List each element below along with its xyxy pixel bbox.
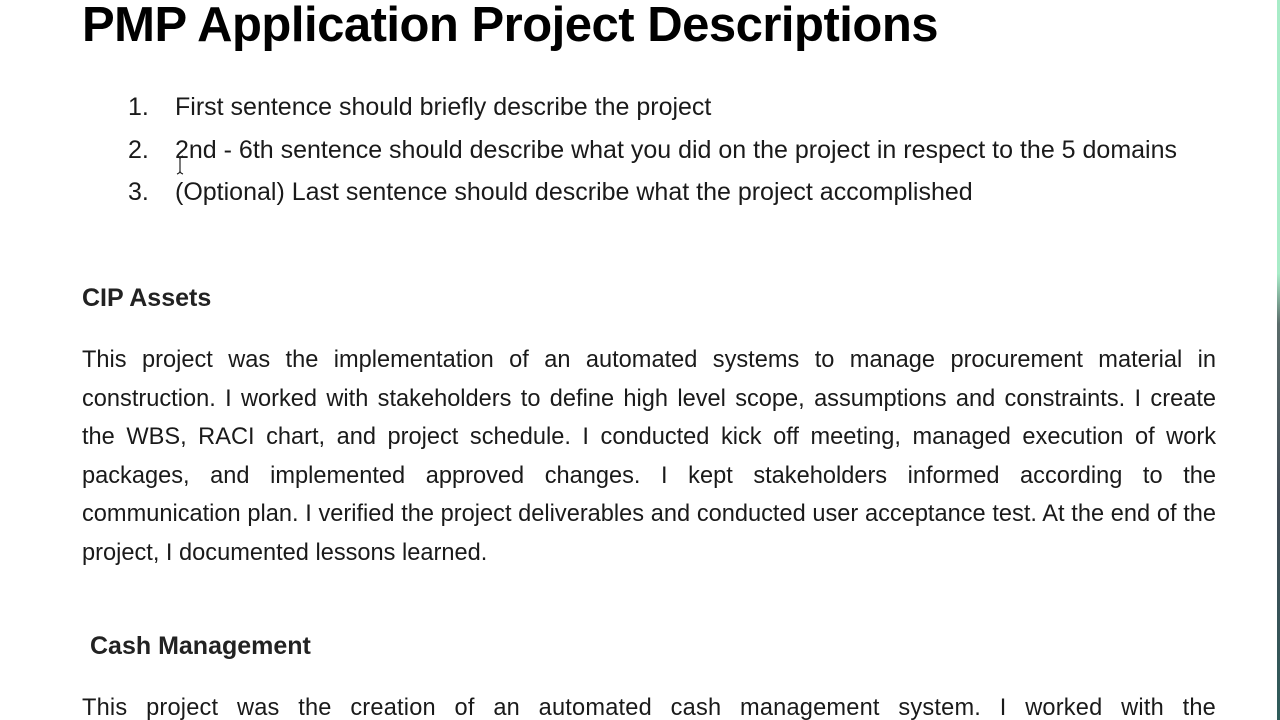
section-body-cash-management[interactable]: This project was the creation of an auto… xyxy=(82,689,1216,720)
guideline-text[interactable]: First sentence should briefly describe t… xyxy=(175,93,711,121)
guideline-text[interactable]: 2nd - 6th sentence should describe what … xyxy=(175,136,1177,164)
guideline-number: 3. xyxy=(128,178,149,206)
guidelines-list: 1. First sentence should briefly describ… xyxy=(126,86,1216,214)
section-heading-cash-management: Cash Management xyxy=(90,632,311,660)
section-heading-cip-assets: CIP Assets xyxy=(82,284,212,312)
guideline-item: 1. First sentence should briefly describ… xyxy=(126,86,1216,129)
guideline-text[interactable]: (Optional) Last sentence should describe… xyxy=(175,178,973,206)
guideline-number: 1. xyxy=(128,93,149,121)
document-page: PMP Application Project Descriptions 1. … xyxy=(0,0,1280,720)
section-body-cip-assets[interactable]: This project was the implementation of a… xyxy=(82,341,1216,573)
guideline-item: 2. 2nd - 6th sentence should describe wh… xyxy=(126,129,1216,172)
guideline-item: 3. (Optional) Last sentence should descr… xyxy=(126,171,1216,214)
guideline-number: 2. xyxy=(128,135,149,164)
document-title: PMP Application Project Descriptions xyxy=(82,0,939,52)
